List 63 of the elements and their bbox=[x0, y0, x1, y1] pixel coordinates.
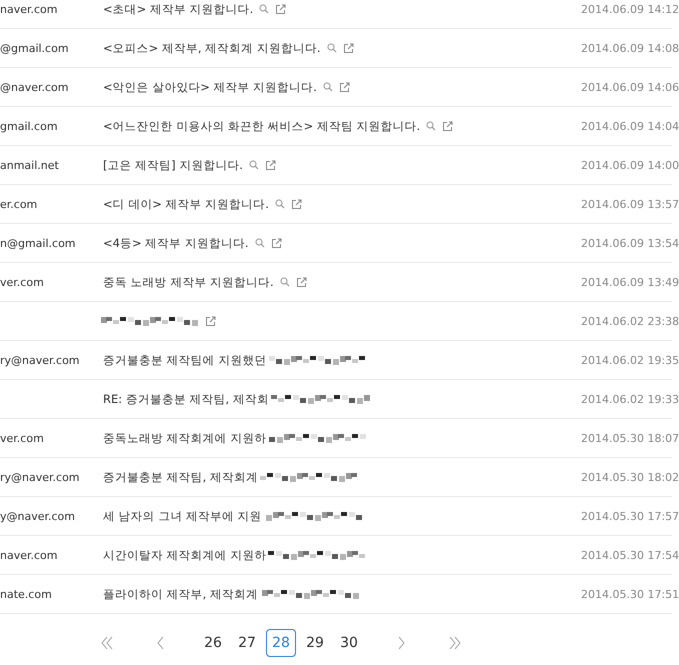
search-icon[interactable] bbox=[426, 121, 436, 131]
email-date: 2014.05.30 17:57 bbox=[581, 510, 679, 522]
sender-address: nate.com bbox=[0, 588, 52, 600]
email-subject[interactable]: 증거불충분 제작팀에 지원했던 bbox=[103, 352, 266, 368]
sender-address: er.com bbox=[0, 198, 38, 210]
sender-address: anmail.net bbox=[0, 158, 59, 172]
email-subject[interactable]: <악인은 살아있다> 제작부 지원합니다. bbox=[103, 80, 317, 94]
external-link-icon[interactable] bbox=[338, 82, 350, 92]
email-date: 2014.06.09 14:04 bbox=[581, 120, 679, 132]
email-date: 2014.05.30 18:07 bbox=[581, 432, 679, 444]
email-subject[interactable]: <오피스> 제작부, 제작회계 지원합니다. bbox=[103, 40, 321, 56]
email-date: 2014.05.30 17:51 bbox=[581, 588, 679, 600]
search-icon[interactable] bbox=[322, 82, 333, 92]
page-button[interactable]: 28 bbox=[266, 629, 296, 657]
external-link-icon[interactable] bbox=[290, 198, 302, 210]
external-link-icon[interactable] bbox=[342, 42, 354, 54]
email-date: 2014.06.09 13:57 bbox=[581, 198, 679, 210]
email-subject[interactable]: <디 데이> 제작부 지원합니다. bbox=[103, 196, 269, 212]
external-link-icon[interactable] bbox=[275, 4, 286, 14]
external-link-icon[interactable] bbox=[296, 276, 307, 288]
sender-address: naver.com bbox=[0, 2, 58, 16]
search-icon[interactable] bbox=[254, 238, 265, 248]
email-date: 2014.06.09 13:49 bbox=[581, 276, 679, 288]
email-subject[interactable]: 시간이탈자 제작회계에 지원하 bbox=[103, 548, 266, 562]
search-icon[interactable] bbox=[326, 43, 337, 53]
email-date: 2014.06.09 14:06 bbox=[581, 80, 679, 94]
email-subject[interactable]: 증거불충분 제작팀, 제작회계 bbox=[103, 470, 258, 484]
sender-address: ry@naver.com bbox=[0, 470, 80, 484]
email-subject[interactable]: 플라이하이 제작부, 제작회계 bbox=[103, 586, 258, 602]
email-date: 2014.06.02 19:33 bbox=[581, 392, 679, 406]
sender-address: @naver.com bbox=[0, 80, 68, 94]
search-icon[interactable] bbox=[248, 160, 259, 170]
email-subject[interactable]: <어느잔인한 미용사의 화끈한 써비스> 제작팀 지원합니다. bbox=[103, 118, 420, 134]
external-link-icon[interactable] bbox=[205, 316, 216, 326]
email-subject[interactable]: [고은 제작팀] 지원합니다. bbox=[103, 158, 243, 172]
search-icon[interactable] bbox=[280, 277, 290, 287]
external-link-icon[interactable] bbox=[264, 160, 276, 170]
sender-address: ver.com bbox=[0, 432, 44, 444]
sender-address: @gmail.com bbox=[0, 42, 69, 54]
email-date: 2014.06.02 23:38 bbox=[581, 314, 679, 328]
email-date: 2014.06.09 13:54 bbox=[581, 236, 679, 250]
email-date: 2014.06.09 14:12 bbox=[581, 2, 679, 16]
external-link-icon[interactable] bbox=[270, 238, 282, 248]
email-date: 2014.06.09 14:08 bbox=[581, 42, 679, 54]
email-date: 2014.06.09 14:00 bbox=[581, 158, 679, 172]
sender-address: ver.com bbox=[0, 276, 44, 288]
email-subject[interactable]: 중독 노래방 제작부 지원합니다. bbox=[103, 274, 274, 290]
email-subject[interactable]: 세 남자의 그녀 제작부에 지원 bbox=[103, 508, 262, 524]
email-subject[interactable]: RE: 증거불충분 제작팀, 제작회 bbox=[103, 392, 269, 406]
sender-address: n@gmail.com bbox=[0, 236, 76, 250]
email-subject[interactable]: <초대> 제작부 지원합니다. bbox=[103, 2, 254, 16]
sender-address: ry@naver.com bbox=[0, 354, 80, 366]
email-date: 2014.05.30 17:54 bbox=[581, 548, 679, 562]
external-link-icon[interactable] bbox=[442, 120, 454, 132]
email-date: 2014.06.02 19:35 bbox=[581, 354, 679, 366]
email-date: 2014.05.30 18:02 bbox=[581, 470, 679, 484]
search-icon[interactable] bbox=[274, 199, 285, 209]
email-subject[interactable]: <4등> 제작부 지원합니다. bbox=[103, 236, 249, 250]
sender-address: y@naver.com bbox=[0, 510, 76, 522]
search-icon[interactable] bbox=[259, 4, 270, 14]
email-subject[interactable]: 중독노래방 제작회계에 지원하 bbox=[103, 430, 266, 446]
sender-address: naver.com bbox=[0, 548, 58, 562]
sender-address: gmail.com bbox=[0, 120, 58, 132]
